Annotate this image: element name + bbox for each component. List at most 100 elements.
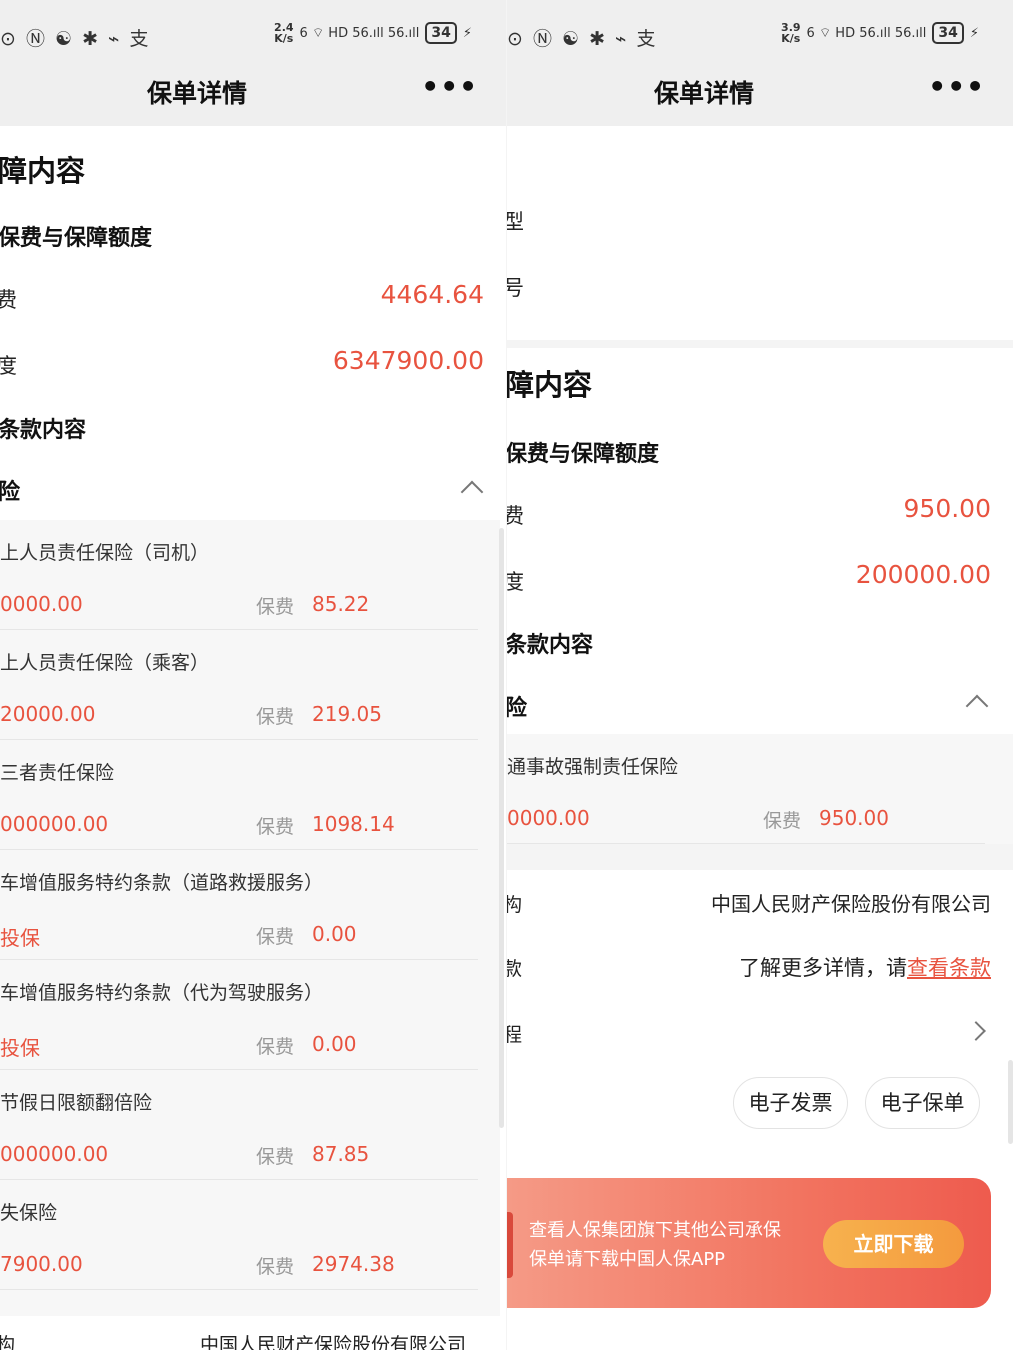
chevron-up-icon[interactable] (965, 694, 989, 718)
clause-section-title: 条款内容 (507, 633, 594, 658)
coverage-name: 上人员责任保险（司机） (0, 542, 210, 564)
more-options-icon[interactable]: ••• (928, 70, 985, 103)
premium-row-label: 费 (0, 288, 17, 312)
coverage-amount: 000000.00 (0, 1142, 109, 1166)
coverage-amount-label: 度 (0, 354, 17, 378)
coverage-name: 车增值服务特约条款（代为驾驶服务） (0, 982, 324, 1004)
coverage-fee: 87.85 (312, 1142, 370, 1166)
coverage-fee: 0.00 (312, 1032, 357, 1056)
insurance-group-title[interactable]: 险 (0, 474, 20, 506)
coverage-amount: 0000.00 (507, 806, 590, 830)
vehicle-type-label: 型 (507, 210, 524, 234)
clause-section-title: 条款内容 (0, 418, 87, 443)
coverage-fee: 85.22 (312, 592, 370, 616)
coverage-item: 节假日限额翻倍险 000000.00 保费 87.85 (0, 1070, 478, 1180)
coverage-amount-value: 200000.00 (855, 560, 991, 589)
coverage-item: 通事故强制责任保险 0000.00 保费 950.00 (507, 734, 985, 844)
coverage-fee-label: 保费 (256, 926, 295, 948)
terms-label: 款 (507, 958, 523, 980)
network-speed: 3.9 K/s (781, 21, 801, 45)
coverage-item: 失保险 7900.00 保费 2974.38 (0, 1180, 478, 1290)
company-label: 构 (0, 1334, 16, 1350)
section-title-coverage: 障内容 (0, 154, 86, 188)
coverage-item: 上人员责任保险（乘客） 20000.00 保费 219.05 (0, 630, 478, 740)
view-terms-link[interactable]: 查看条款 (907, 956, 991, 980)
coverage-item: 三者责任保险 000000.00 保费 1098.14 (0, 740, 478, 850)
right-screenshot-panel: ⊙ Ⓝ ☯ ✱ ⌁ 支 3.9 K/s 6 ⌔ HD 56.ıll 56.ıll … (507, 0, 1013, 1350)
coverage-fee-label: 保费 (763, 810, 802, 832)
status-notification-icons: ⊙ Ⓝ ☯ ✱ ⌁ 支 (0, 28, 151, 50)
section-divider (507, 844, 1013, 870)
coverage-amount: 0000.00 (0, 592, 83, 616)
coverage-fee-label: 保费 (256, 1256, 295, 1278)
battery-icon: 34 (932, 22, 964, 44)
chevron-up-icon[interactable] (460, 480, 484, 504)
terms-text: 了解更多详情，请 (739, 956, 907, 980)
process-label: 程 (507, 1024, 523, 1046)
coverage-name: 节假日限额翻倍险 (0, 1092, 153, 1114)
status-system-indicators: 3.9 K/s 6 ⌔ HD 56.ıll 56.ıll 34 ⚡ (781, 22, 979, 44)
coverage-fee: 0.00 (312, 922, 357, 946)
more-options-icon[interactable]: ••• (421, 70, 478, 103)
chevron-right-icon[interactable] (966, 1021, 986, 1041)
download-app-banner[interactable]: 查看人保集团旗下其他公司承保 保单请下载中国人保APP 立即下载 (507, 1178, 991, 1308)
scrollbar[interactable] (499, 528, 504, 1128)
download-now-button[interactable]: 立即下载 (823, 1220, 964, 1268)
network-speed: 2.4 K/s (274, 21, 294, 45)
plate-number-label: 号 (507, 276, 524, 300)
premium-section-title: 保费与保障额度 (0, 226, 153, 251)
coverage-fee-label: 保费 (256, 1036, 295, 1058)
status-notification-icons: ⊙ Ⓝ ☯ ✱ ⌁ 支 (507, 28, 658, 50)
coverage-name: 车增值服务特约条款（道路救援服务） (0, 872, 324, 894)
battery-icon: 34 (425, 22, 457, 44)
insurance-group-title[interactable]: 险 (507, 690, 527, 722)
coverage-name: 上人员责任保险（乘客） (0, 652, 210, 674)
terms-row: 了解更多详情，请查看条款 (739, 952, 991, 982)
signal-icons: 6 ⌔ HD 56.ıll 56.ıll (299, 26, 420, 41)
coverage-amount: 投保 (0, 1036, 40, 1060)
banner-line-1: 查看人保集团旗下其他公司承保 (529, 1220, 781, 1241)
section-divider (507, 340, 1013, 348)
coverage-fee-label: 保费 (256, 816, 295, 838)
coverage-amount: 7900.00 (0, 1252, 83, 1276)
banner-notch (507, 1212, 513, 1278)
scrollbar[interactable] (1008, 1060, 1013, 1144)
company-value: 中国人民财产保险股份有限公司 (711, 892, 991, 916)
coverage-fee-label: 保费 (256, 706, 295, 728)
coverage-amount: 投保 (0, 926, 40, 950)
banner-text: 查看人保集团旗下其他公司承保 保单请下载中国人保APP (529, 1216, 781, 1274)
company-label: 构 (507, 894, 523, 916)
premium-value: 4464.64 (380, 280, 484, 309)
coverage-fee: 1098.14 (312, 812, 395, 836)
charging-icon: ⚡ (969, 25, 979, 41)
company-value: 中国人民财产保险股份有限公司 (200, 1334, 467, 1350)
status-bar: ⊙ Ⓝ ☯ ✱ ⌁ 支 3.9 K/s 6 ⌔ HD 56.ıll 56.ıll … (507, 0, 1013, 60)
nav-bar: 保单详情 ••• (0, 60, 506, 126)
coverage-amount-label: 度 (507, 570, 524, 594)
left-screenshot-panel: ⊙ Ⓝ ☯ ✱ ⌁ 支 2.4 K/s 6 ⌔ HD 56.ıll 56.ıll … (0, 0, 506, 1350)
status-system-indicators: 2.4 K/s 6 ⌔ HD 56.ıll 56.ıll 34 ⚡ (274, 22, 472, 44)
coverage-name: 通事故强制责任保险 (507, 756, 679, 778)
status-bar: ⊙ Ⓝ ☯ ✱ ⌁ 支 2.4 K/s 6 ⌔ HD 56.ıll 56.ıll … (0, 0, 506, 60)
page-title: 保单详情 (653, 79, 754, 108)
charging-icon: ⚡ (462, 25, 472, 41)
premium-value: 950.00 (903, 494, 991, 523)
premium-section-title: 保费与保障额度 (507, 442, 660, 467)
coverage-amount-value: 6347900.00 (332, 346, 484, 375)
premium-row-label: 费 (507, 504, 524, 528)
coverage-name: 失保险 (0, 1202, 58, 1224)
coverage-list: 上人员责任保险（司机） 0000.00 保费 85.22 上人员责任保险（乘客）… (0, 520, 500, 1316)
coverage-amount: 20000.00 (0, 702, 96, 726)
e-invoice-button[interactable]: 电子发票 (733, 1077, 848, 1129)
coverage-fee: 2974.38 (312, 1252, 395, 1276)
coverage-amount: 000000.00 (0, 812, 109, 836)
signal-icons: 6 ⌔ HD 56.ıll 56.ıll (806, 26, 927, 41)
e-policy-button[interactable]: 电子保单 (865, 1077, 980, 1129)
coverage-fee: 950.00 (819, 806, 889, 830)
coverage-fee-label: 保费 (256, 596, 295, 618)
page-title: 保单详情 (146, 79, 247, 108)
banner-line-2: 保单请下载中国人保APP (529, 1249, 726, 1270)
nav-bar: 保单详情 ••• (507, 60, 1013, 126)
coverage-fee-label: 保费 (256, 1146, 295, 1168)
coverage-item: 车增值服务特约条款（道路救援服务） 投保 保费 0.00 (0, 850, 478, 960)
